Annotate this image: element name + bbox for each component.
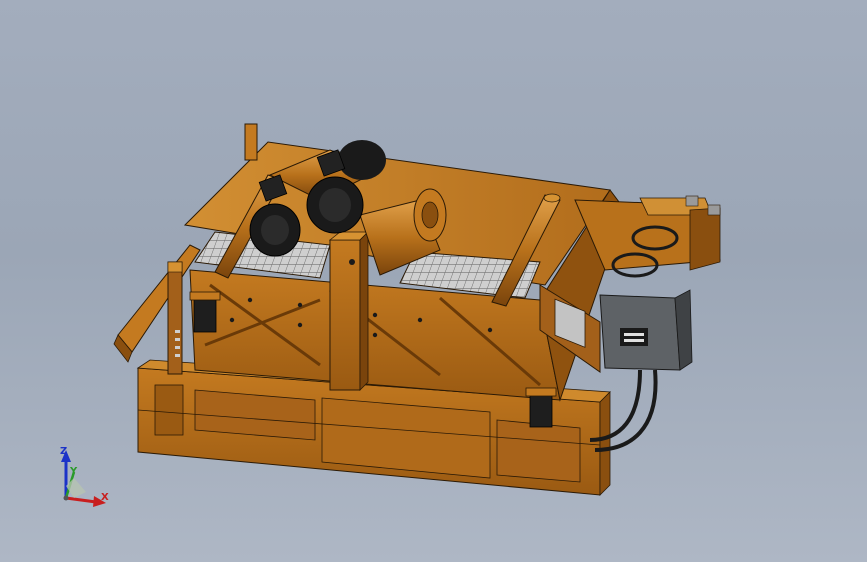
y-axis-label: Y [70, 466, 78, 477]
axis-triad [61, 450, 106, 507]
z-axis-label: Z [60, 446, 68, 457]
discharge-lip [113, 244, 201, 363]
x-axis-label: X [101, 492, 109, 503]
shaker-basket [183, 141, 626, 402]
motor-mount-column [328, 231, 369, 391]
cad-viewport[interactable]: Z Y X [0, 0, 867, 562]
shale-shaker-model[interactable] [0, 0, 867, 562]
